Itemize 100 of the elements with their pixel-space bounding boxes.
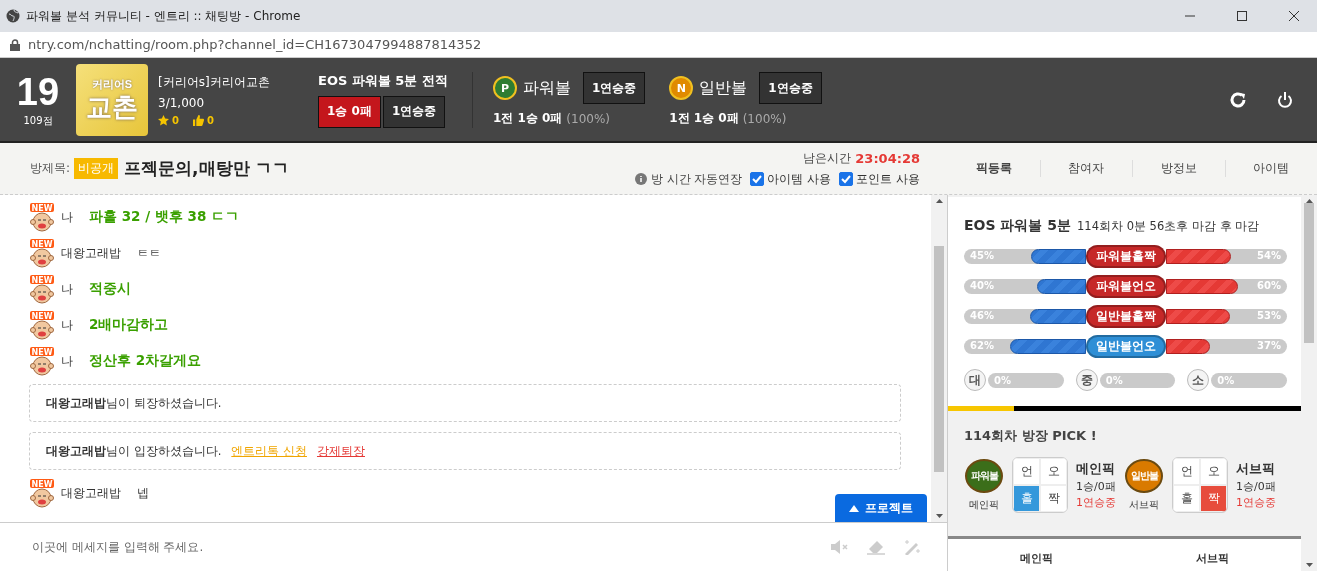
rank-number: 19 bbox=[16, 71, 60, 112]
project-button[interactable]: 프로젝트 bbox=[835, 494, 927, 522]
streak-badge: 1연승중 bbox=[582, 72, 646, 104]
sender-name: 나 bbox=[61, 208, 73, 226]
pick-record: 1승/0패 bbox=[1076, 479, 1116, 494]
checkbox[interactable] bbox=[750, 172, 765, 186]
chat-message: ㅌㅌ bbox=[137, 244, 161, 262]
win-rate: (100%) bbox=[742, 111, 787, 126]
scroll-up-arrow-icon[interactable] bbox=[935, 199, 943, 203]
size-label: 소 bbox=[1187, 369, 1210, 391]
notice-link[interactable]: 강제퇴장 bbox=[316, 443, 365, 459]
remaining-time: 23:04:28 bbox=[855, 150, 920, 166]
refresh-icon[interactable] bbox=[1229, 90, 1247, 109]
room-title-label: 방제목: bbox=[30, 160, 71, 177]
pick-streak: 1연승중 bbox=[1236, 495, 1276, 510]
size-label: 대 bbox=[964, 369, 986, 391]
thumbs-up-icon bbox=[192, 115, 204, 126]
scrollbar-thumb[interactable] bbox=[934, 245, 944, 472]
ratio-label: 파워볼언오 bbox=[1085, 275, 1166, 298]
star-icon bbox=[158, 115, 169, 126]
sender-name: 나 bbox=[61, 280, 73, 298]
panel-tab[interactable]: 픽등록 bbox=[948, 160, 1040, 177]
member-count: 3/1,000 bbox=[158, 96, 206, 110]
auto-extend-text: 방 시간 자동연장 bbox=[650, 170, 743, 188]
sender-name: 대왕고래밥 bbox=[61, 484, 121, 502]
pick-name: 메인픽 bbox=[1076, 460, 1116, 478]
round-info: 114회차 0분 56초후 마감 후 마감 bbox=[1077, 219, 1260, 234]
pick-record: 1승/0패 bbox=[1236, 479, 1276, 494]
ball-name: 일반볼 bbox=[699, 77, 748, 99]
pick-option[interactable]: 오 bbox=[1040, 458, 1067, 485]
message-input[interactable]: 이곳에 메세지를 입력해 주세요. bbox=[30, 539, 831, 555]
private-badge: 비공개 bbox=[74, 158, 119, 179]
notice-text: 대왕고래밥님이 입장하셨습니다. bbox=[46, 443, 222, 459]
win-rate: (100%) bbox=[566, 111, 610, 126]
points-text: 109점 bbox=[23, 113, 53, 128]
chat-message: 2배마감하고 bbox=[89, 316, 169, 334]
logo-text: 교촌 bbox=[86, 92, 138, 122]
ball-icon: P bbox=[492, 76, 517, 100]
like-count: 0 bbox=[206, 115, 214, 126]
pick-streak: 1연승중 bbox=[1076, 495, 1116, 510]
panel-tab[interactable]: 방정보 bbox=[1132, 160, 1225, 177]
ball-icon: N bbox=[669, 76, 694, 100]
scroll-up-arrow-icon[interactable] bbox=[1305, 199, 1313, 203]
checkbox[interactable] bbox=[839, 172, 854, 186]
chat-message: 정산후 2차갈게요 bbox=[89, 352, 202, 370]
size-label: 중 bbox=[1075, 369, 1098, 391]
info-icon bbox=[634, 173, 647, 185]
sender-name: 나 bbox=[61, 316, 73, 334]
column-header: 메인픽 bbox=[1018, 551, 1054, 567]
pick-option[interactable]: 짝 bbox=[1200, 485, 1227, 512]
ratio-label: 파워볼홀짝 bbox=[1085, 245, 1166, 268]
chat-message: 적중시 bbox=[89, 280, 131, 298]
win-loss-badge: 1승 0패 bbox=[318, 95, 381, 128]
ratio-label: 일반볼언오 bbox=[1085, 335, 1166, 358]
pick-option[interactable]: 언 bbox=[1013, 458, 1040, 485]
scroll-down-arrow-icon[interactable] bbox=[935, 514, 943, 518]
scroll-down-arrow-icon[interactable] bbox=[1305, 563, 1313, 567]
pick-caption: 메인픽 bbox=[969, 497, 999, 512]
room-title: 프젝문의,매탕만 ㄱㄱ bbox=[124, 157, 290, 180]
pick-option[interactable]: 언 bbox=[1173, 458, 1200, 485]
ratio-label: 일반볼홀짝 bbox=[1085, 305, 1166, 328]
chat-message: 파홀 32 / 뱃후 38 ㄷㄱ bbox=[89, 208, 239, 226]
address-url[interactable]: ntry.com/nchatting/room.php?channel_id=CH1673047994887814352 bbox=[28, 37, 482, 52]
ball-record: 1전 1승 0패 bbox=[669, 110, 739, 127]
maximize-icon[interactable] bbox=[1237, 11, 1247, 21]
sender-name: 대왕고래밥 bbox=[61, 244, 121, 262]
window-title: 파워볼 분석 커뮤니티 - 엔트리 :: 채팅방 - Chrome bbox=[26, 7, 302, 25]
lock-icon bbox=[10, 38, 20, 51]
record-title: EOS 파워볼 5분 전적 bbox=[318, 71, 448, 90]
panel-tab[interactable]: 아이템 bbox=[1224, 160, 1317, 177]
room-name: [커리어s]커리어교촌 bbox=[158, 74, 271, 91]
globe-icon bbox=[6, 9, 20, 23]
pick-caption: 서브픽 bbox=[1129, 497, 1159, 512]
scrollbar[interactable] bbox=[931, 195, 947, 522]
chat-message: 넵 bbox=[137, 484, 149, 502]
panel-tab[interactable]: 참여자 bbox=[1039, 160, 1132, 177]
caret-up-icon bbox=[849, 504, 859, 512]
star-count: 0 bbox=[172, 115, 179, 126]
pick-title: 114회차 방장 PICK ! bbox=[964, 427, 1098, 445]
pick-option[interactable]: 짝 bbox=[1040, 485, 1067, 512]
ball-name: 파워볼 bbox=[522, 77, 571, 99]
streak-badge: 1연승중 bbox=[382, 95, 446, 128]
notice-text: 대왕고래밥님이 퇴장하셨습니다. bbox=[46, 395, 222, 411]
stats-title: EOS 파워볼 5분 bbox=[964, 217, 1072, 235]
ball-icon: 파워볼 bbox=[965, 458, 1003, 493]
pick-option[interactable]: 홀 bbox=[1173, 485, 1200, 512]
scrollbar-thumb[interactable] bbox=[1304, 203, 1314, 343]
pick-name: 서브픽 bbox=[1236, 460, 1276, 478]
sender-name: 나 bbox=[61, 352, 73, 370]
pick-option[interactable]: 오 bbox=[1200, 458, 1227, 485]
checkbox-label: 포인트 사용 bbox=[856, 170, 920, 188]
column-header: 서브픽 bbox=[1195, 551, 1231, 567]
remaining-time-label: 남은시간 bbox=[803, 149, 852, 167]
ball-record: 1전 1승 0패 bbox=[492, 110, 563, 127]
power-icon[interactable] bbox=[1277, 90, 1293, 109]
logo-text: 커리어S bbox=[91, 77, 133, 92]
checkbox-label: 아이템 사용 bbox=[767, 170, 832, 188]
ball-icon: 일반볼 bbox=[1125, 458, 1163, 493]
close-icon[interactable] bbox=[1289, 11, 1299, 21]
streak-badge: 1연승중 bbox=[759, 72, 822, 104]
